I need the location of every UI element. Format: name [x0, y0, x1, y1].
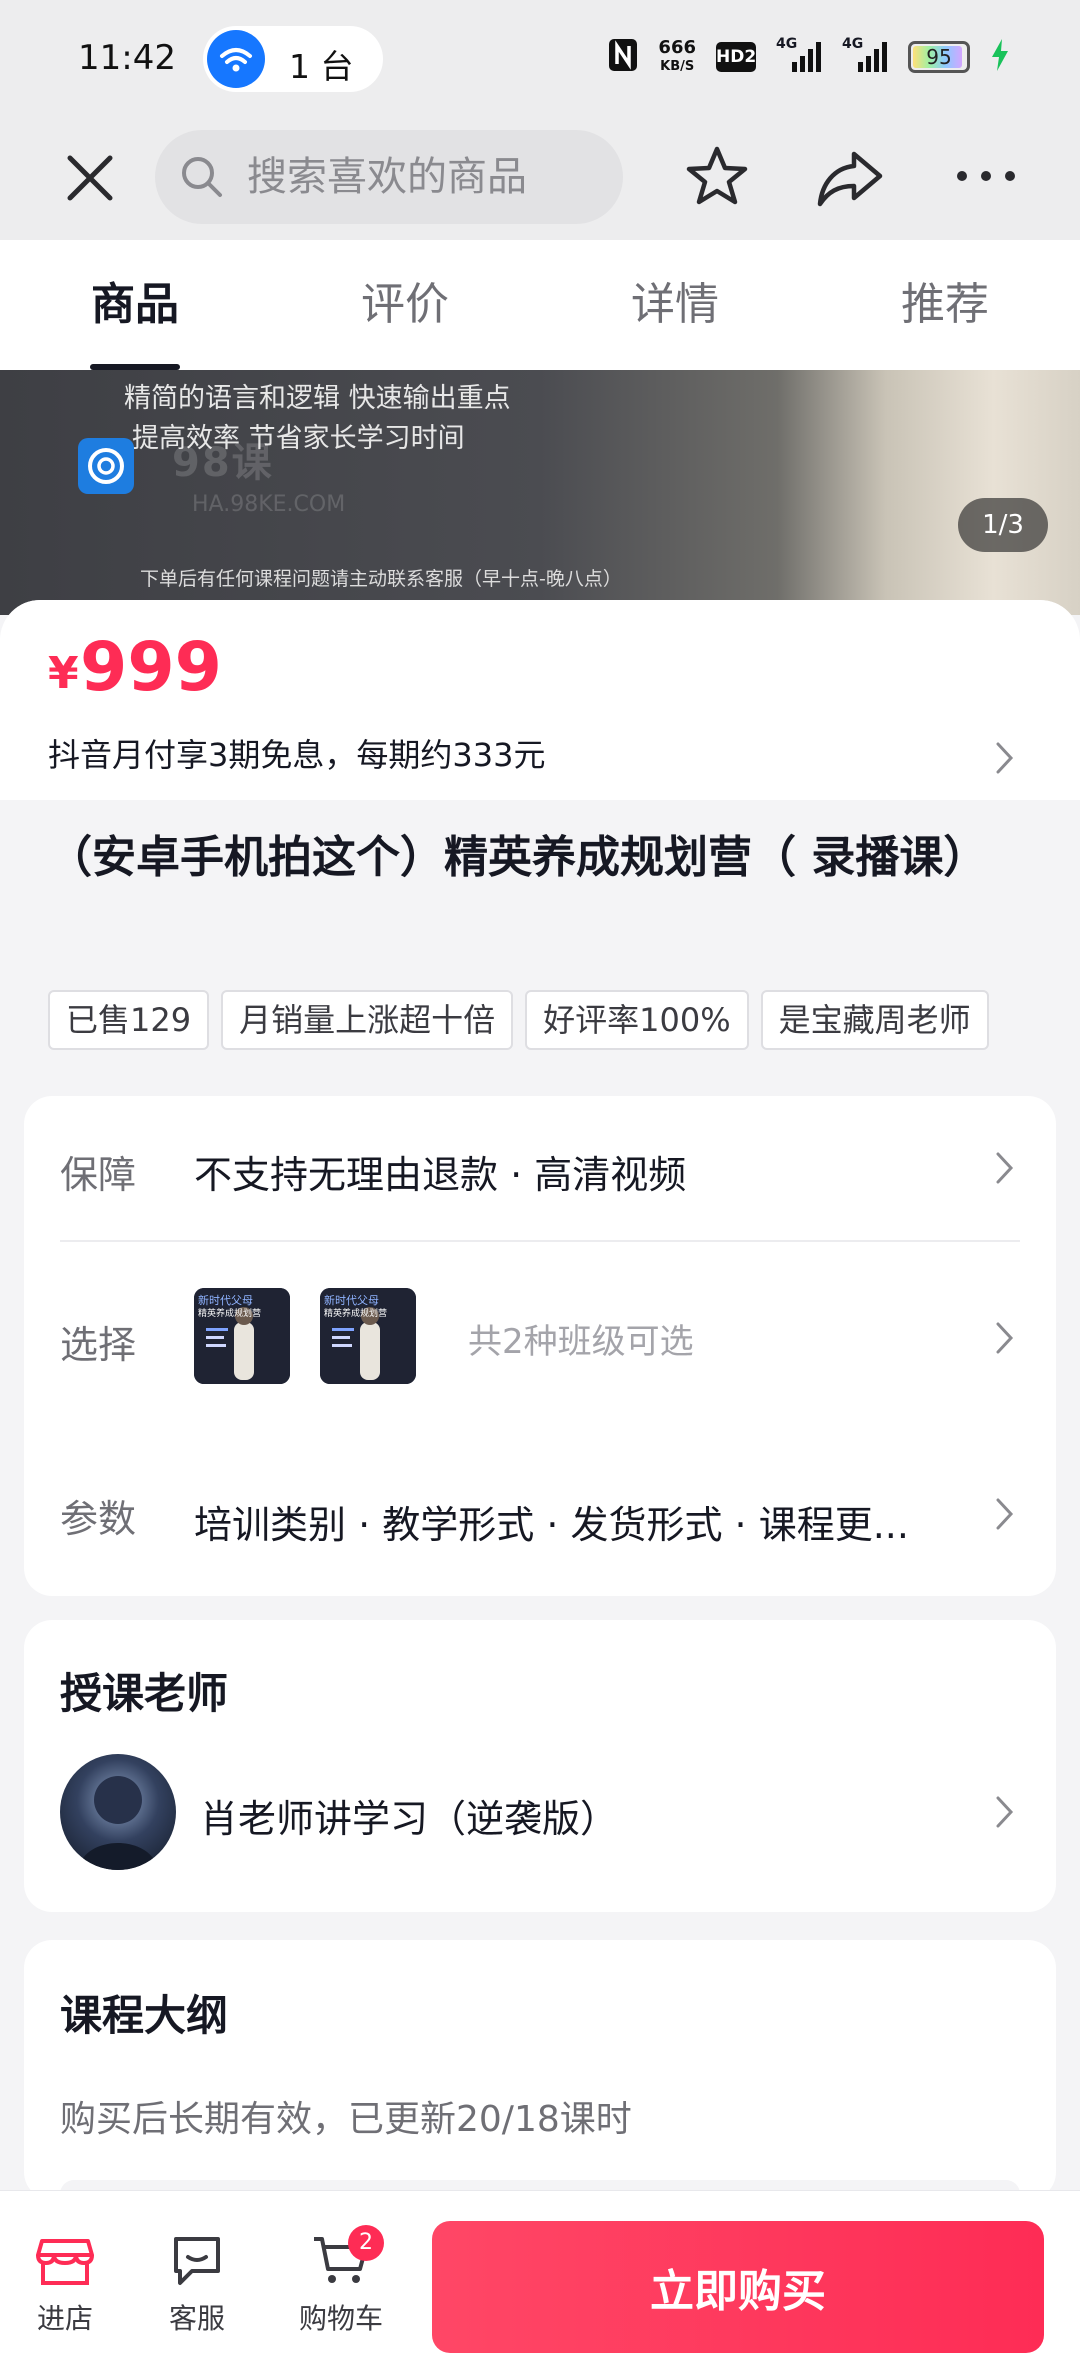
signal-4g-icon-2: 4G [842, 36, 888, 74]
watermark-url: HA.98KE.COM [192, 492, 346, 517]
battery-icon: 95 [908, 41, 970, 73]
params-text: 培训类别 · 教学形式 · 发货形式 · 课程更... [194, 1503, 909, 1547]
product-info-sheet: ¥ 999 抖音月付享3期免息，每期约333元 （安卓手机拍这个）精英养成规划营… [0, 600, 1080, 2200]
guarantee-label: 保障 [60, 1153, 137, 1197]
status-icons: 666 KB/S HD2 4G 4G 95 [608, 34, 1010, 80]
store-icon [36, 2239, 94, 2285]
image-counter: 1/3 [958, 498, 1048, 552]
store-button[interactable]: 进店 [10, 2231, 120, 2337]
product-image-carousel[interactable]: 精简的语言和逻辑 快速输出重点 提高效率 节省家长学习时间 98课 HA.98K… [0, 370, 1080, 615]
search-icon [182, 157, 222, 197]
installment-info: 抖音月付享3期免息，每期约333元 [48, 736, 546, 774]
cart-button[interactable]: 2 购物车 [286, 2225, 396, 2337]
tab-recommend[interactable]: 推荐 [810, 240, 1080, 370]
device-pill[interactable]: 1 台 [203, 26, 383, 92]
thumb-subcaption: 精英养成规划营 [324, 1309, 388, 1319]
favorite-button[interactable] [682, 142, 752, 212]
tab-reviews[interactable]: 评价 [270, 240, 540, 370]
tab-product[interactable]: 商品 [0, 240, 270, 370]
buy-now-button[interactable]: 立即购买 [432, 2221, 1044, 2353]
syllabus-card[interactable]: 课程大纲 购买后长期有效，已更新20/18课时 [24, 1940, 1056, 2200]
choose-row[interactable]: 选择 新时代父母 精英养成规划营 新时代父母 精英养成规划营 共2种班级可选 [24, 1242, 1056, 1438]
class-option-thumb-1[interactable]: 新时代父母 精英养成规划营 [194, 1288, 290, 1384]
wifi-hotspot-icon [207, 30, 265, 88]
price-block[interactable]: ¥ 999 抖音月付享3期免息，每期约333元 [0, 600, 1080, 800]
more-icon [957, 171, 1015, 181]
info-card: 保障 不支持无理由退款 · 高清视频 选择 新时代父母 精英养成规划营 新时代父… [24, 1096, 1056, 1596]
more-button[interactable] [952, 164, 1020, 188]
device-count: 1 台 [289, 47, 354, 86]
status-time: 11:42 [78, 38, 176, 78]
banner-footer: 下单后有任何课程问题请主动联系客服（早十点-晚八点） [140, 568, 622, 590]
cart-badge: 2 [348, 2225, 384, 2261]
guarantee-row[interactable]: 保障 不支持无理由退款 · 高清视频 [24, 1096, 1056, 1240]
status-bar: 11:42 1 台 666 KB/S HD2 4G 4G 95 [0, 0, 1080, 118]
teacher-row[interactable]: 肖老师讲学习（逆袭版） [24, 1740, 1056, 1900]
teacher-section-title: 授课老师 [60, 1669, 229, 1718]
teacher-name: 肖老师讲学习（逆袭版） [200, 1797, 619, 1841]
choose-hint: 共2种班级可选 [468, 1322, 694, 1362]
hd-badge: HD2 [716, 42, 756, 72]
share-button[interactable] [814, 144, 886, 212]
net-speed-unit: KB/S [660, 59, 695, 74]
syllabus-section-title: 课程大纲 [60, 1991, 229, 2040]
params-label: 参数 [60, 1497, 137, 1541]
nav-bar [0, 118, 1080, 240]
chevron-right-icon [996, 742, 1014, 774]
product-title: （安卓手机拍这个）精英养成规划营（ 录播课） [48, 832, 988, 883]
net-speed-value: 666 [658, 37, 696, 58]
thumb-subcaption: 精英养成规划营 [198, 1309, 262, 1319]
charging-icon [990, 38, 1010, 76]
star-icon [686, 146, 748, 205]
close-icon [67, 155, 113, 201]
share-icon [817, 151, 883, 207]
tag-rating: 好评率100% [525, 990, 749, 1050]
price-currency: ¥ [48, 648, 79, 699]
bottom-action-bar: 进店 客服 2 购物车 立即购买 [0, 2190, 1080, 2376]
product-detail-page: 11:42 1 台 666 KB/S HD2 4G 4G 95 搜索喜欢的商品 … [0, 0, 1080, 2376]
close-button[interactable] [58, 146, 122, 210]
tab-details[interactable]: 详情 [540, 240, 810, 370]
chevron-right-icon [996, 1796, 1014, 1828]
search-bar[interactable] [155, 130, 623, 224]
class-option-thumb-2[interactable]: 新时代父母 精英养成规划营 [320, 1288, 416, 1384]
brand-logo-icon [78, 438, 134, 494]
store-label: 进店 [36, 2302, 93, 2335]
teacher-card: 授课老师 肖老师讲学习（逆袭版） [24, 1620, 1056, 1912]
nfc-icon [608, 38, 638, 76]
net-speed: 666 KB/S [658, 39, 696, 75]
syllabus-subtitle: 购买后长期有效，已更新20/18课时 [60, 2099, 632, 2140]
teacher-avatar [60, 1754, 176, 1870]
chat-service-icon [174, 2237, 220, 2285]
search-input[interactable] [247, 130, 607, 224]
price-value: 999 [80, 628, 222, 707]
cart-label: 购物车 [298, 2302, 383, 2335]
watermark: 98课 [172, 440, 274, 486]
battery-level: 95 [926, 45, 952, 69]
tag-teacher: 是宝藏周老师 [760, 990, 989, 1050]
chevron-right-icon [996, 1498, 1014, 1530]
params-row[interactable]: 参数 培训类别 · 教学形式 · 发货形式 · 课程更... [24, 1438, 1056, 1596]
signal-4g-icon: 4G [776, 36, 822, 74]
tag-sold: 已售129 [48, 990, 210, 1050]
chevron-right-icon [996, 1322, 1014, 1354]
tag-sales-growth: 月销量上涨超十倍 [221, 990, 514, 1050]
chevron-right-icon [996, 1152, 1014, 1184]
customer-service-button[interactable]: 客服 [142, 2231, 252, 2337]
choose-label: 选择 [60, 1323, 137, 1367]
guarantee-text: 不支持无理由退款 · 高清视频 [194, 1153, 687, 1197]
service-label: 客服 [168, 2302, 225, 2335]
section-tabs: 商品 评价 详情 推荐 [0, 240, 1080, 370]
product-tags: 已售129 月销量上涨超十倍 好评率100% 是宝藏周老师 [48, 990, 1038, 1050]
banner-line-1: 精简的语言和逻辑 快速输出重点 [124, 383, 511, 414]
